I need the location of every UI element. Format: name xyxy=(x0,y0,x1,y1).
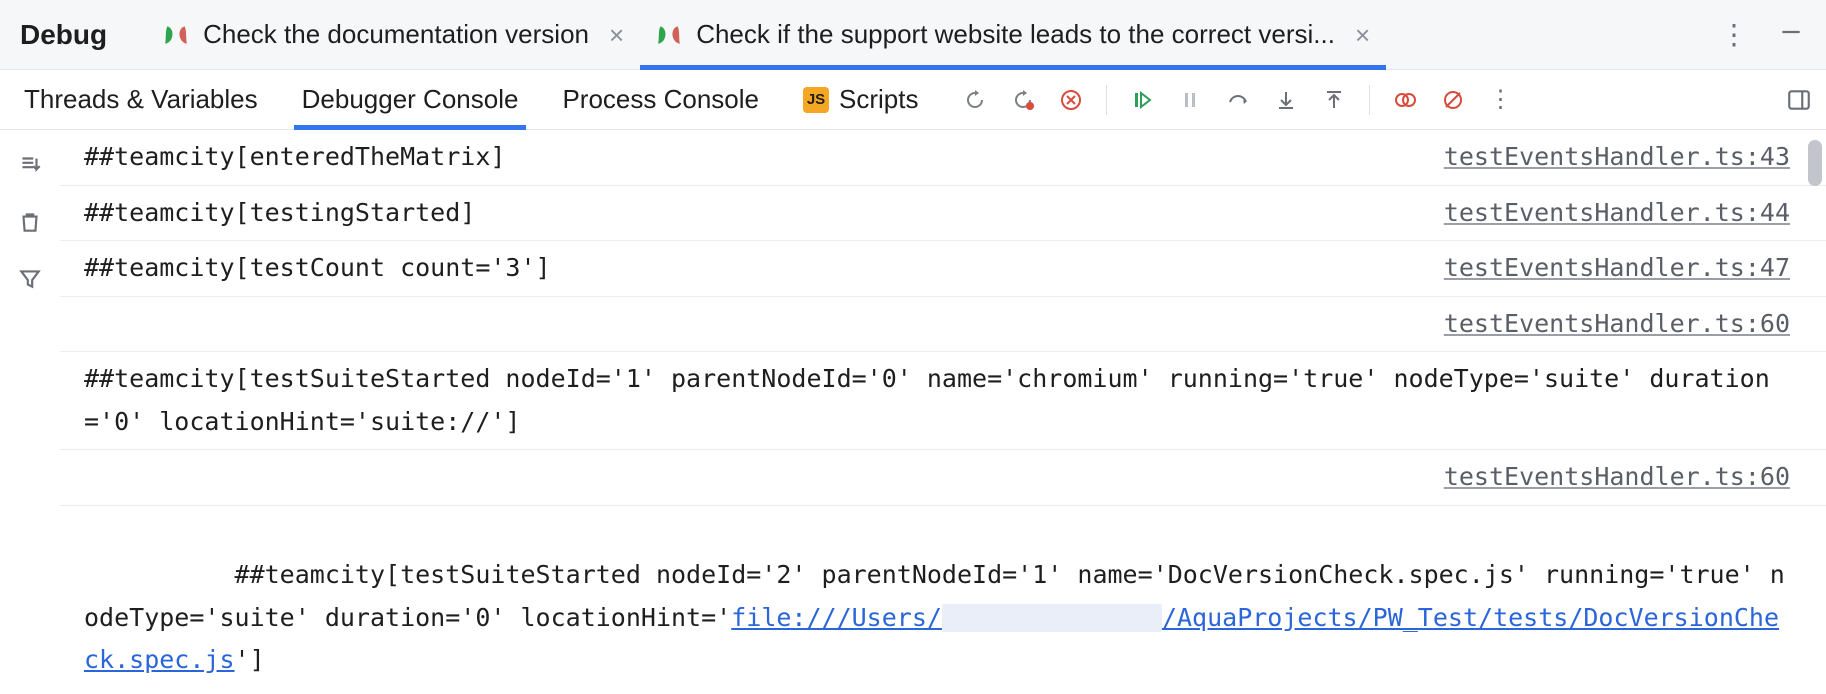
pause-icon[interactable] xyxy=(1177,87,1203,113)
console-text: ##teamcity[testSuiteStarted nodeId='1' p… xyxy=(84,358,1790,443)
run-tab-label: Check if the support website leads to th… xyxy=(696,19,1335,50)
step-over-icon[interactable] xyxy=(1225,87,1251,113)
tab-scripts-label: Scripts xyxy=(839,84,918,115)
mute-breakpoints-icon[interactable] xyxy=(1440,87,1466,113)
console-line: ##teamcity[testingStarted] testEventsHan… xyxy=(60,186,1826,242)
console-source-link[interactable]: testEventsHandler.ts:47 xyxy=(1444,247,1790,290)
console-gutter xyxy=(0,130,60,694)
run-tab-doc-version[interactable]: Check the documentation version × xyxy=(147,0,640,69)
console-source-link[interactable]: testEventsHandler.ts:44 xyxy=(1444,192,1790,235)
console-line: ##teamcity[enteredTheMatrix] testEventsH… xyxy=(60,130,1826,186)
console-viewport[interactable]: ##teamcity[enteredTheMatrix] testEventsH… xyxy=(60,130,1826,694)
tab-scripts[interactable]: JS Scripts xyxy=(799,70,922,129)
minimize-toolwindow-icon[interactable] xyxy=(1778,19,1804,50)
tab-process-console[interactable]: Process Console xyxy=(558,70,763,129)
console-text: ##teamcity[testingStarted] xyxy=(84,192,1404,235)
toolbar-separator xyxy=(1106,85,1107,115)
tab-debugger-console[interactable]: Debugger Console xyxy=(298,70,523,129)
view-breakpoints-icon[interactable] xyxy=(1392,87,1418,113)
console-source-link[interactable]: testEventsHandler.ts:60 xyxy=(1444,456,1790,499)
toolwindow-header-actions: ⋮ xyxy=(1720,19,1818,50)
console-output: ##teamcity[enteredTheMatrix] testEventsH… xyxy=(60,130,1826,694)
close-icon[interactable]: × xyxy=(609,22,624,48)
rerun-failed-icon[interactable] xyxy=(1010,87,1036,113)
console-text-suffix: '] xyxy=(235,645,265,674)
tab-threads-variables[interactable]: Threads & Variables xyxy=(20,70,262,129)
console-text: ##teamcity[testSuiteStarted nodeId='2' p… xyxy=(84,512,1790,694)
clear-all-icon[interactable] xyxy=(17,209,43,240)
more-actions-icon[interactable]: ⋮ xyxy=(1720,21,1748,49)
debug-sub-tabs: Threads & Variables Debugger Console Pro… xyxy=(0,70,1826,130)
redacted-user-path xyxy=(942,604,1162,632)
toolbar-separator xyxy=(1369,85,1370,115)
close-icon[interactable]: × xyxy=(1355,22,1370,48)
debug-console-body: ##teamcity[enteredTheMatrix] testEventsH… xyxy=(0,130,1826,694)
console-line: testEventsHandler.ts:60 xyxy=(60,297,1826,353)
console-source-link[interactable]: testEventsHandler.ts:43 xyxy=(1444,136,1790,179)
console-text: ##teamcity[enteredTheMatrix] xyxy=(84,136,1404,179)
console-line: ##teamcity[testSuiteStarted nodeId='1' p… xyxy=(60,352,1826,450)
step-out-icon[interactable] xyxy=(1321,87,1347,113)
layout-settings-icon[interactable] xyxy=(1786,87,1812,113)
stop-icon[interactable] xyxy=(1058,87,1084,113)
more-debug-actions-icon[interactable]: ⋮ xyxy=(1488,88,1512,112)
playwright-mask-icon xyxy=(656,22,682,48)
resume-icon[interactable] xyxy=(1129,87,1155,113)
rerun-icon[interactable] xyxy=(962,87,988,113)
console-text: ##teamcity[testCount count='3'] xyxy=(84,247,1404,290)
console-line: testEventsHandler.ts:60 xyxy=(60,450,1826,506)
run-tab-support-site[interactable]: Check if the support website leads to th… xyxy=(640,0,1386,69)
scroll-to-end-icon[interactable] xyxy=(17,152,43,183)
run-tab-label: Check the documentation version xyxy=(203,19,589,50)
js-badge-icon: JS xyxy=(803,87,829,113)
console-line: ##teamcity[testCount count='3'] testEven… xyxy=(60,241,1826,297)
step-into-icon[interactable] xyxy=(1273,87,1299,113)
run-config-tabs: Check the documentation version × Check … xyxy=(147,0,1386,69)
playwright-mask-icon xyxy=(163,22,189,48)
toolwindow-title: Debug xyxy=(20,19,107,51)
scrollbar-thumb[interactable] xyxy=(1808,140,1822,186)
console-source-link[interactable]: testEventsHandler.ts:60 xyxy=(1444,303,1790,346)
tool-window-header: Debug Check the documentation version × … xyxy=(0,0,1826,70)
debug-toolbar: ⋮ xyxy=(962,85,1512,115)
filter-icon[interactable] xyxy=(17,266,43,297)
console-line: ##teamcity[testSuiteStarted nodeId='2' p… xyxy=(60,506,1826,694)
